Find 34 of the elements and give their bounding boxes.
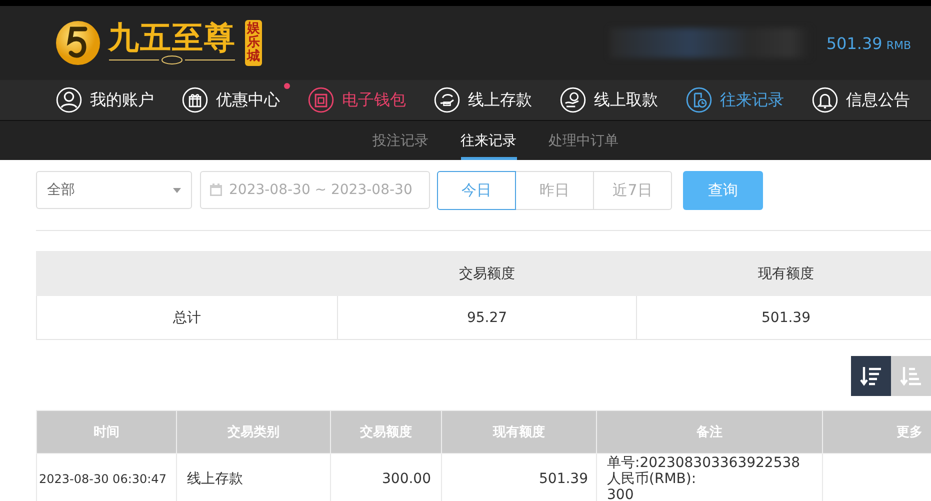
deposit-icon bbox=[434, 87, 460, 113]
date-preset-button[interactable]: 今日 bbox=[437, 170, 516, 210]
column-header: 现有额度 bbox=[636, 252, 931, 296]
column-header: 交易额度 bbox=[338, 252, 636, 296]
wallet-icon bbox=[308, 87, 334, 113]
user-icon bbox=[56, 87, 82, 113]
sort-button[interactable] bbox=[851, 356, 891, 396]
sub-tab[interactable]: 往来记录 bbox=[460, 121, 516, 160]
ornament-icon bbox=[107, 55, 237, 66]
sort-descending-icon bbox=[859, 364, 883, 388]
table-cell: 总计 bbox=[36, 296, 338, 340]
table-cell: 95.27 bbox=[338, 296, 636, 340]
nav-item[interactable]: 我的账户 bbox=[56, 87, 154, 113]
nav-item[interactable]: 优惠中心 bbox=[182, 87, 280, 113]
sort-ascending-icon bbox=[899, 364, 923, 388]
nav-item[interactable]: 线上取款 bbox=[560, 87, 658, 113]
table-cell: 2023-08-30 06:30:47 bbox=[36, 454, 176, 501]
balance-text: 501.39 RMB bbox=[826, 34, 911, 52]
nav-item[interactable]: 信息公告 bbox=[812, 87, 910, 113]
record-icon bbox=[686, 87, 712, 113]
nav-item[interactable]: 电子钱包 bbox=[308, 87, 406, 113]
logo-title: 九五至尊 bbox=[108, 20, 236, 56]
logo-icon bbox=[55, 20, 101, 66]
nav-item[interactable]: 往来记录 bbox=[686, 87, 784, 113]
withdraw-icon bbox=[560, 87, 586, 113]
sub-tab[interactable]: 投注记录 bbox=[372, 121, 428, 160]
nav-item[interactable]: 线上存款 bbox=[434, 87, 532, 113]
calendar-icon bbox=[209, 183, 223, 197]
sub-tab[interactable]: 处理中订单 bbox=[548, 121, 618, 160]
gift-icon bbox=[182, 87, 208, 113]
bell-icon bbox=[812, 87, 838, 113]
type-select[interactable]: 全部 bbox=[36, 171, 192, 209]
caret-icon bbox=[173, 188, 181, 192]
logo-badge: 娱乐城 bbox=[245, 20, 262, 66]
